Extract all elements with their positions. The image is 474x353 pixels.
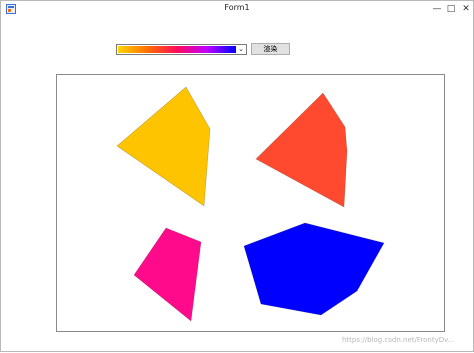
yellow-polygon (116, 86, 211, 207)
app-window: Form1 — □ ✕ ⌄ 渲染 https://blog.csdn.net/F… (0, 0, 474, 352)
orange-red-polygon (255, 92, 348, 208)
watermark-text: https://blog.csdn.net/FrontyDv... (342, 336, 455, 344)
polygon-canvas (116, 86, 385, 322)
blue-polygon (243, 222, 385, 316)
magenta-polygon (133, 227, 202, 322)
